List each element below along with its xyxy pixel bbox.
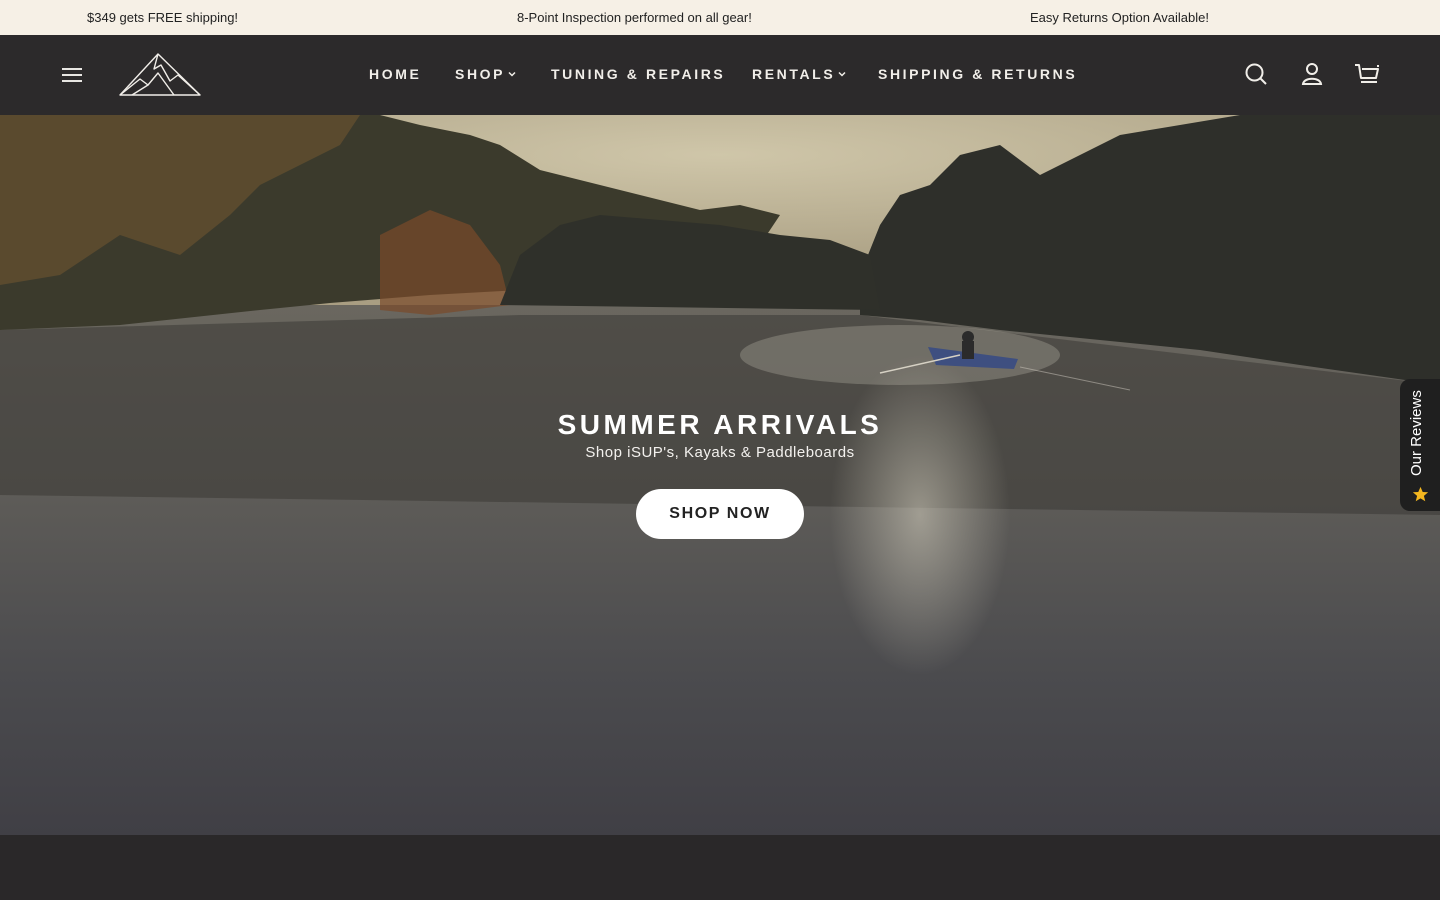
announcement-returns: Easy Returns Option Available! xyxy=(1030,10,1209,25)
hero-title: SUMMER ARRIVALS xyxy=(557,409,883,440)
nav-home-label: HOME xyxy=(369,66,422,82)
nav-rentals-label: RENTALS xyxy=(752,66,836,82)
nav-rentals[interactable]: RENTALS xyxy=(752,66,847,82)
nav-shipping-returns[interactable]: SHIPPING & RETURNS xyxy=(878,66,1077,82)
lake-background-image xyxy=(0,115,1440,835)
nav-home[interactable]: HOME xyxy=(369,66,421,82)
main-navigation: HOME SHOP TUNING & REPAIRS RENTALS SHIPP… xyxy=(0,35,1440,115)
chevron-down-icon xyxy=(838,71,846,77)
nav-shipping-label: SHIPPING & RETURNS xyxy=(878,66,1078,82)
announcement-free-shipping: $349 gets FREE shipping! xyxy=(87,10,239,25)
shop-now-button[interactable]: SHOP NOW xyxy=(636,489,804,539)
nav-tuning-label: TUNING & REPAIRS xyxy=(551,66,726,82)
reviews-tab-label: Our Reviews xyxy=(1408,390,1425,476)
chevron-down-icon xyxy=(508,71,516,77)
hero-banner: SUMMER ARRIVALS Shop iSUP's, Kayaks & Pa… xyxy=(0,115,1440,835)
page-bottom-section xyxy=(0,835,1440,900)
nav-shop[interactable]: SHOP xyxy=(455,66,517,82)
announcement-bar: $349 gets FREE shipping! 8-Point Inspect… xyxy=(0,0,1440,35)
star-icon xyxy=(1412,486,1429,502)
site-header: HOME SHOP TUNING & REPAIRS RENTALS SHIPP… xyxy=(0,35,1440,115)
cart-icon[interactable] xyxy=(1354,61,1380,87)
search-icon[interactable] xyxy=(1243,61,1269,87)
nav-shop-label: SHOP xyxy=(455,66,506,82)
hero-subtitle: Shop iSUP's, Kayaks & Paddleboards xyxy=(585,444,855,461)
reviews-tab[interactable]: Our Reviews xyxy=(1400,379,1440,511)
nav-tuning-repairs[interactable]: TUNING & REPAIRS xyxy=(551,66,725,82)
announcement-inspection: 8-Point Inspection performed on all gear… xyxy=(517,10,752,25)
account-icon[interactable] xyxy=(1299,61,1325,87)
